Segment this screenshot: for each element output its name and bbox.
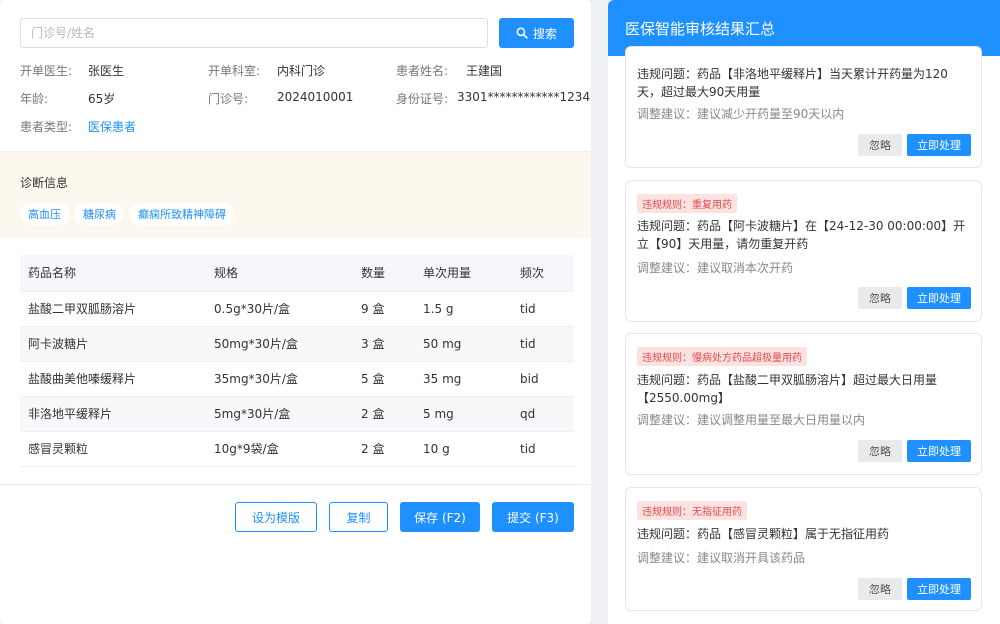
violation-card: 违规规则：慢病处方药品超极量用药 违规问题：药品【盐酸二甲双胍肠溶片】超过最大日…: [625, 333, 982, 475]
drug-freq: bid: [512, 361, 574, 397]
age-value: 65岁: [88, 92, 116, 106]
drug-table: 药品名称 规格 数量 单次用量 频次 盐酸二甲双胍肠溶片 0.5g*30片/盒 …: [20, 255, 574, 467]
search-bar: 搜索: [20, 18, 574, 48]
patient-name-label: 患者姓名:: [396, 64, 449, 78]
ignore-button[interactable]: 忽略: [858, 134, 902, 156]
copy-button[interactable]: 复制: [329, 502, 388, 532]
drug-dose: 10 g: [415, 431, 512, 467]
save-button[interactable]: 保存 (F2): [400, 502, 480, 532]
table-header-row: 药品名称 规格 数量 单次用量 频次: [20, 255, 574, 292]
drug-freq: qd: [512, 396, 574, 432]
violation-issue: 违规问题：药品【阿卡波糖片】在【24-12-30 00:00:00】开立【90】…: [637, 219, 966, 251]
table-row[interactable]: 盐酸曲美他嗪缓释片 35mg*30片/盒 5 盒 35 mg bid: [20, 361, 574, 397]
violation-card: 违规规则：无指征用药 违规问题：药品【感冒灵颗粒】属于无指征用药 调整建议：建议…: [625, 487, 982, 611]
action-bar: 设为模版 复制 保存 (F2) 提交 (F3): [235, 502, 574, 532]
divider: [0, 484, 591, 485]
violation-issue: 违规问题：药品【感冒灵颗粒】属于无指征用药: [637, 527, 890, 541]
search-button[interactable]: 搜索: [499, 18, 574, 48]
drug-dose: 50 mg: [415, 326, 512, 362]
violation-card: 违规规则：重复用药 违规问题：药品【阿卡波糖片】在【24-12-30 00:00…: [625, 180, 982, 322]
violation-card: 违规问题：药品【非洛地平缓释片】当天累计开药量为120天，超过最大90天用量 调…: [625, 46, 982, 168]
column-header-spec: 规格: [206, 255, 353, 292]
drug-name: 盐酸曲美他嗪缓释片: [20, 361, 206, 397]
submit-button[interactable]: 提交 (F3): [492, 502, 574, 532]
violation-issue: 违规问题：药品【非洛地平缓释片】当天累计开药量为120天，超过最大90天用量: [637, 67, 948, 99]
column-header-dose: 单次用量: [415, 255, 512, 292]
visit-label: 门诊号:: [208, 92, 249, 106]
prescription-panel: 搜索 开单医生: 张医生 开单科室: 内科门诊 患者姓名: 王建国 年龄: 65…: [0, 0, 591, 624]
handle-now-button[interactable]: 立即处理: [907, 287, 971, 309]
drug-freq: tid: [512, 291, 574, 327]
violation-issue: 违规问题：药品【盐酸二甲双胍肠溶片】超过最大日用量【2550.00mg】: [637, 373, 938, 405]
drug-name: 阿卡波糖片: [20, 326, 206, 362]
diagnosis-tag: 高血压: [20, 203, 69, 225]
patient-type-value: 医保患者: [88, 120, 137, 134]
ignore-button[interactable]: 忽略: [858, 578, 902, 600]
diagnosis-section: 诊断信息 高血压 糖尿病 癫痫所致精神障碍: [0, 152, 591, 238]
drug-dose: 35 mg: [415, 361, 512, 397]
violation-rule-tag: 违规规则：慢病处方药品超极量用药: [637, 347, 807, 366]
drug-qty: 2 盒: [353, 396, 415, 432]
violation-advice: 调整建议：建议取消开具该药品: [637, 551, 806, 565]
diagnosis-tags: 高血压 糖尿病 癫痫所致精神障碍: [20, 203, 234, 225]
table-row[interactable]: 感冒灵颗粒 10g*9袋/盒 2 盒 10 g tid: [20, 431, 574, 467]
ignore-button[interactable]: 忽略: [858, 440, 902, 462]
table-row[interactable]: 非洛地平缓释片 5mg*30片/盒 2 盒 5 mg qd: [20, 396, 574, 432]
id-label: 身份证号:: [396, 92, 449, 106]
drug-spec: 10g*9袋/盒: [206, 431, 353, 467]
drug-name: 盐酸二甲双胍肠溶片: [20, 291, 206, 327]
doctor-label: 开单医生:: [20, 64, 73, 78]
drug-dose: 5 mg: [415, 396, 512, 432]
drug-spec: 5mg*30片/盒: [206, 396, 353, 432]
drug-dose: 1.5 g: [415, 291, 512, 327]
search-input[interactable]: [20, 18, 488, 48]
handle-now-button[interactable]: 立即处理: [907, 134, 971, 156]
drug-spec: 35mg*30片/盒: [206, 361, 353, 397]
handle-now-button[interactable]: 立即处理: [907, 440, 971, 462]
column-header-qty: 数量: [353, 255, 415, 292]
handle-now-button[interactable]: 立即处理: [907, 578, 971, 600]
patient-type-label: 患者类型:: [20, 120, 73, 134]
dept-label: 开单科室:: [208, 64, 261, 78]
age-label: 年龄:: [20, 92, 49, 106]
drug-qty: 5 盒: [353, 361, 415, 397]
search-button-label: 搜索: [532, 26, 557, 41]
drug-name: 非洛地平缓释片: [20, 396, 206, 432]
violation-rule-tag: 违规规则：无指征用药: [637, 501, 747, 520]
violation-rule-tag: 违规规则：重复用药: [637, 194, 737, 213]
drug-spec: 0.5g*30片/盒: [206, 291, 353, 327]
violation-advice: 调整建议：建议减少开药量至90天以内: [637, 107, 845, 121]
id-value: 3301************1234: [457, 90, 591, 104]
drug-spec: 50mg*30片/盒: [206, 326, 353, 362]
drug-name: 感冒灵颗粒: [20, 431, 206, 467]
review-panel: 医保智能审核结果汇总 违规问题：药品【非洛地平缓释片】当天累计开药量为120天，…: [608, 0, 1000, 624]
violation-advice: 调整建议：建议取消本次开药: [637, 261, 794, 275]
drug-freq: tid: [512, 326, 574, 362]
diagnosis-tag: 癫痫所致精神障碍: [130, 203, 234, 225]
drug-freq: tid: [512, 431, 574, 467]
dept-value: 内科门诊: [277, 64, 326, 78]
visit-value: 2024010001: [277, 90, 354, 104]
set-template-button[interactable]: 设为模版: [235, 502, 317, 532]
column-header-drug: 药品名称: [20, 255, 206, 292]
search-icon: [516, 27, 528, 39]
diagnosis-tag: 糖尿病: [75, 203, 124, 225]
drug-qty: 3 盒: [353, 326, 415, 362]
violation-advice: 调整建议：建议调整用量至最大日用量以内: [637, 413, 866, 427]
column-header-freq: 频次: [512, 255, 574, 292]
drug-qty: 2 盒: [353, 431, 415, 467]
table-row[interactable]: 阿卡波糖片 50mg*30片/盒 3 盒 50 mg tid: [20, 326, 574, 362]
patient-name-value: 王建国: [466, 64, 503, 78]
drug-qty: 9 盒: [353, 291, 415, 327]
ignore-button[interactable]: 忽略: [858, 287, 902, 309]
diagnosis-title: 诊断信息: [20, 176, 69, 190]
doctor-value: 张医生: [88, 64, 125, 78]
table-row[interactable]: 盐酸二甲双胍肠溶片 0.5g*30片/盒 9 盒 1.5 g tid: [20, 291, 574, 327]
